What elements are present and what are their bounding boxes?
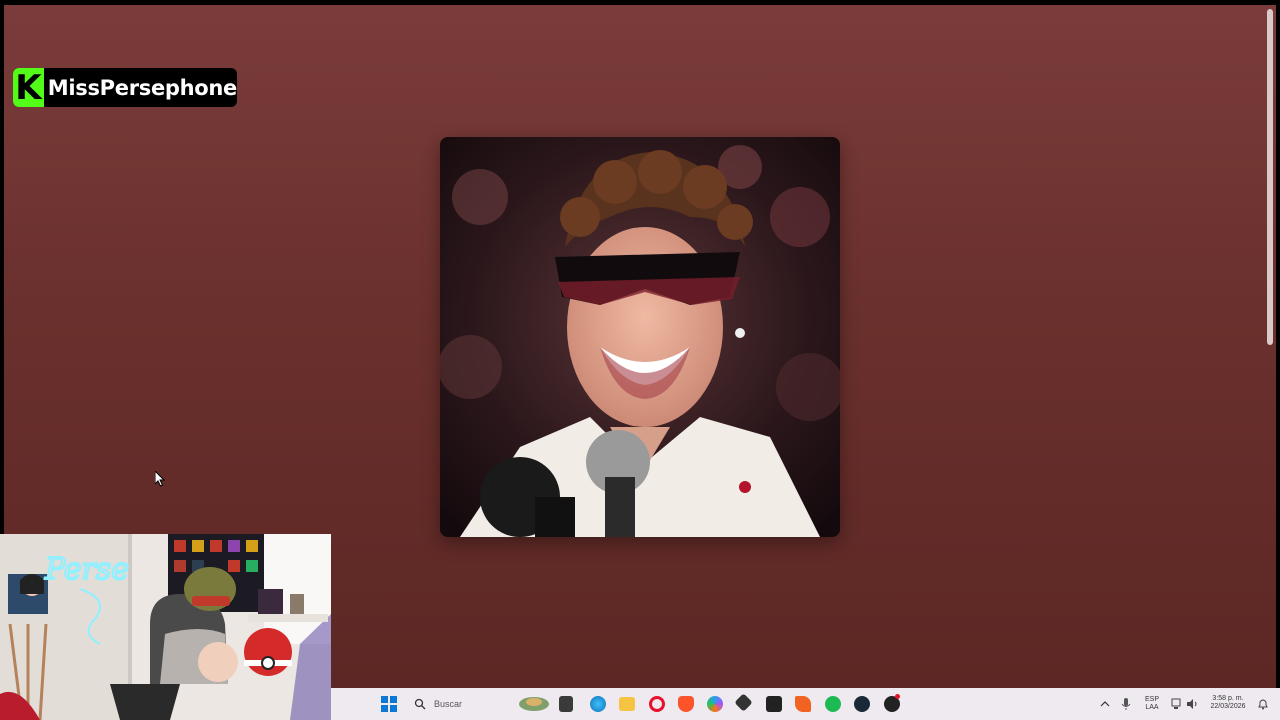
spotify-icon[interactable] (825, 696, 841, 712)
clock[interactable]: 3:58 p. m. 22/03/2026 (1203, 695, 1253, 711)
streamer-overlay: K MissPersephone (13, 68, 238, 108)
edge-icon[interactable] (590, 696, 606, 712)
webcam-feed-icon: Perse (0, 534, 331, 720)
album-cover (440, 137, 840, 537)
clock-date: 22/03/2026 (1210, 703, 1246, 710)
brave-icon[interactable] (678, 696, 694, 712)
language-line-1: ESP (1144, 696, 1159, 703)
search-icon (414, 698, 426, 710)
widgets-icon[interactable] (518, 696, 550, 712)
volume-icon[interactable] (1186, 698, 1198, 710)
network-icon[interactable] (1171, 698, 1183, 710)
neon-sign: Perse (44, 552, 129, 587)
scrollbar[interactable] (1264, 5, 1276, 688)
search-placeholder: Buscar (434, 699, 463, 709)
scrollbar-thumb[interactable] (1267, 9, 1273, 345)
windows-start-icon[interactable] (381, 696, 397, 712)
folder-icon[interactable] (619, 697, 635, 711)
brave-alt-icon[interactable] (795, 696, 811, 712)
language-indicator[interactable]: ESP LAA (1140, 696, 1164, 712)
language-line-2: LAA (1145, 704, 1159, 711)
mouse-pointer-icon (155, 471, 166, 487)
notifications-bell-icon[interactable] (1257, 698, 1269, 710)
steam-icon[interactable] (854, 696, 870, 712)
clock-time: 3:58 p. m. (1212, 695, 1244, 702)
copilot-icon[interactable] (707, 696, 723, 712)
chevron-up-icon[interactable] (1100, 700, 1110, 708)
opera-icon[interactable] (649, 696, 665, 712)
file-icon[interactable] (559, 696, 573, 712)
album-cover-photo-icon (440, 137, 840, 537)
webcam-overlay: Perse (0, 534, 331, 720)
microphone-icon[interactable] (1121, 697, 1131, 711)
notification-badge (895, 694, 900, 699)
epic-games-icon[interactable] (766, 696, 782, 712)
kick-logo-icon: K (13, 68, 44, 108)
streamer-name: MissPersephone (47, 75, 238, 100)
